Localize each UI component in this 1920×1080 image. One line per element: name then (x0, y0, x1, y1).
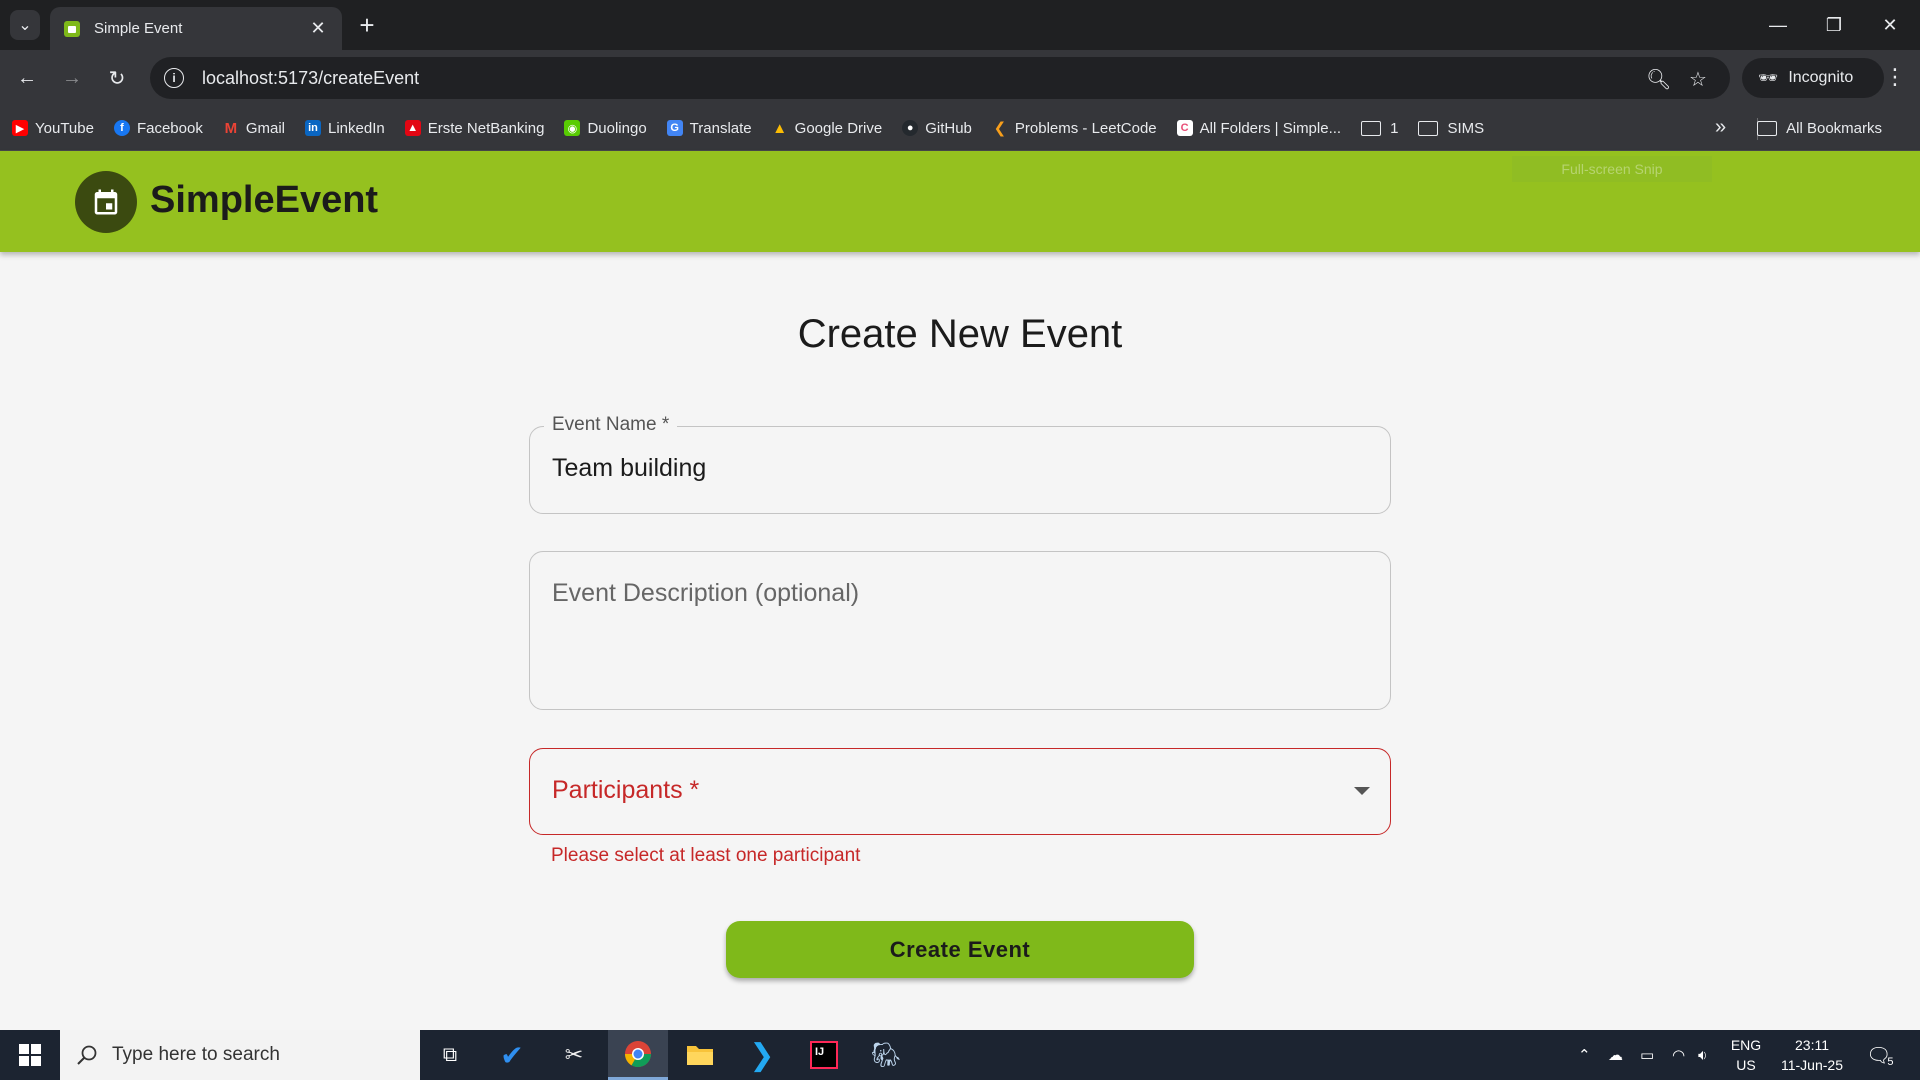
clock[interactable]: 23:11 11-Jun-25 (1774, 1035, 1850, 1075)
bookmark-star-icon[interactable]: ☆ (1686, 67, 1710, 92)
app-header: SimpleEvent Full-screen Snip (0, 151, 1920, 252)
chrome-logo-icon (624, 1040, 652, 1067)
address-bar[interactable]: i localhost:5173/createEvent 🔍︎ ☆ (150, 57, 1730, 99)
browser-toolbar: ← → ↻ i localhost:5173/createEvent 🔍︎ ☆ … (0, 50, 1920, 106)
erste-icon: ▲ (404, 120, 421, 136)
event-name-label: Event Name * (544, 414, 678, 436)
window-close-button[interactable]: ✕ (1862, 0, 1918, 50)
more-bookmarks-icon[interactable]: » (1715, 116, 1726, 139)
notifications-icon[interactable]: 🗨︎ 5 (1866, 1030, 1894, 1080)
restore-button[interactable]: ❐ (1806, 0, 1862, 50)
folder-app-icon (687, 1046, 713, 1065)
site-info-icon[interactable]: i (164, 68, 184, 88)
incognito-badge[interactable]: 🕶︎ Incognito (1742, 58, 1884, 98)
bookmark-leetcode[interactable]: ❮ Problems - LeetCode (992, 120, 1157, 138)
page-title: Create New Event (797, 312, 1123, 356)
taskbar-search[interactable]: Type here to search (60, 1030, 420, 1080)
vscode-icon[interactable]: ❯ (732, 1030, 792, 1080)
facebook-icon: f (113, 120, 130, 136)
youtube-icon: ▶ (12, 120, 28, 136)
incognito-icon: 🕶︎ (1758, 70, 1779, 87)
tray-chevron-icon[interactable]: ⌃ (1578, 1030, 1591, 1080)
battery-icon[interactable]: ▭ (1640, 1030, 1654, 1080)
calendar-icon (94, 189, 118, 215)
minimize-button[interactable]: — (1750, 0, 1806, 50)
bookmark-simple-folders[interactable]: C All Folders | Simple... (1176, 120, 1341, 137)
reload-button[interactable]: ↻ (103, 64, 131, 92)
back-button[interactable]: ← (13, 64, 41, 92)
linkedin-icon: in (305, 120, 321, 136)
event-description-field[interactable]: Event Description (optional) (529, 551, 1391, 710)
url-text[interactable]: localhost:5173/createEvent (202, 68, 419, 89)
start-button[interactable] (0, 1030, 60, 1080)
file-explorer-icon[interactable] (670, 1030, 730, 1080)
windows-logo-icon (19, 1044, 41, 1066)
bookmark-gmail[interactable]: M Gmail (223, 120, 285, 137)
bookmarks-bar: ▶ YouTube f Facebook M Gmail in LinkedIn ▲ Er… (0, 106, 1920, 151)
event-description-placeholder[interactable]: Event Description (optional) (552, 579, 859, 608)
google-drive-icon: ▲ (772, 119, 788, 137)
notification-count: 5 (1887, 1056, 1894, 1068)
new-tab-button[interactable]: + (352, 10, 382, 40)
bookmark-translate[interactable]: G Translate (666, 120, 752, 137)
intellij-icon[interactable]: IJ (794, 1030, 854, 1080)
bookmark-google-drive[interactable]: ▲ Google Drive (772, 119, 882, 137)
create-event-button[interactable]: Create Event (726, 921, 1194, 978)
wifi-icon[interactable]: ◠ (1672, 1030, 1685, 1080)
bookmark-youtube[interactable]: ▶ YouTube (12, 120, 94, 137)
language-indicator[interactable]: ENG US (1726, 1035, 1766, 1075)
folder-icon (1361, 120, 1382, 136)
duolingo-icon: ◉ (564, 120, 581, 136)
simple-app-icon: C (1176, 120, 1193, 136)
gmail-icon: M (224, 119, 238, 137)
event-name-input[interactable]: Team building (552, 454, 706, 483)
intellij-logo-icon: IJ (810, 1041, 838, 1069)
tab-search-button[interactable]: ⌄ (10, 10, 40, 40)
event-name-field[interactable]: Event Name * Team building (529, 414, 1391, 514)
calendar-favicon-icon (64, 20, 80, 37)
bookmark-folder-sims[interactable]: SIMS (1418, 120, 1484, 137)
close-tab-icon[interactable]: ✕ (308, 18, 328, 39)
translate-icon: G (666, 120, 683, 136)
tab-simple-event[interactable]: Simple Event ✕ (50, 7, 342, 50)
zoom-icon[interactable]: 🔍︎ (1646, 67, 1671, 92)
chrome-icon[interactable] (608, 1030, 668, 1080)
snip-overlay: Full-screen Snip (1512, 156, 1712, 182)
bookmark-duolingo[interactable]: ◉ Duolingo (564, 120, 647, 137)
dropdown-caret-icon[interactable] (1354, 787, 1370, 795)
participants-label: Participants * (552, 776, 700, 804)
todo-app-icon[interactable]: ✔ (482, 1030, 542, 1080)
chevron-down-icon: ⌄ (18, 17, 32, 34)
task-view-icon[interactable]: ⧉ (420, 1030, 480, 1080)
bookmark-erste[interactable]: ▲ Erste NetBanking (404, 120, 544, 137)
participants-select[interactable]: Participants * (529, 748, 1391, 835)
tab-strip: ⌄ Simple Event ✕ + — ❐ ✕ (0, 0, 1920, 50)
tab-title: Simple Event (94, 20, 183, 37)
folder-icon (1757, 121, 1778, 136)
search-icon (77, 1045, 97, 1065)
bookmark-github[interactable]: ● GitHub (902, 120, 972, 137)
pgadmin-icon[interactable]: 🐘︎ (856, 1030, 916, 1080)
forward-button[interactable]: → (58, 64, 86, 92)
participants-error-text: Please select at least one participant (551, 845, 861, 866)
incognito-label: Incognito (1788, 69, 1854, 86)
github-icon: ● (902, 120, 919, 136)
snipping-tool-icon[interactable]: ✂ (544, 1030, 604, 1080)
bookmark-folder-1[interactable]: 1 (1361, 120, 1398, 137)
folder-icon (1418, 120, 1439, 136)
onedrive-icon[interactable]: ☁ (1608, 1030, 1623, 1080)
all-bookmarks-button[interactable]: All Bookmarks (1757, 106, 1882, 151)
bookmark-facebook[interactable]: f Facebook (113, 120, 203, 137)
volume-icon[interactable]: 🔉︎ (1698, 1030, 1707, 1080)
brand-name[interactable]: SimpleEvent (150, 179, 378, 222)
windows-taskbar: Type here to search ⧉ ✔ ✂ ❯ IJ 🐘︎ ⌃ ☁ ▭ … (0, 1030, 1920, 1080)
browser-chrome: ⌄ Simple Event ✕ + — ❐ ✕ ← → ↻ i localho… (0, 0, 1920, 151)
taskbar-search-placeholder[interactable]: Type here to search (112, 1044, 280, 1066)
browser-menu-icon[interactable]: ⋮ (1880, 64, 1910, 90)
logo-calendar-icon[interactable] (75, 171, 137, 233)
leetcode-icon: ❮ (993, 120, 1007, 137)
bookmark-linkedin[interactable]: in LinkedIn (305, 120, 385, 137)
